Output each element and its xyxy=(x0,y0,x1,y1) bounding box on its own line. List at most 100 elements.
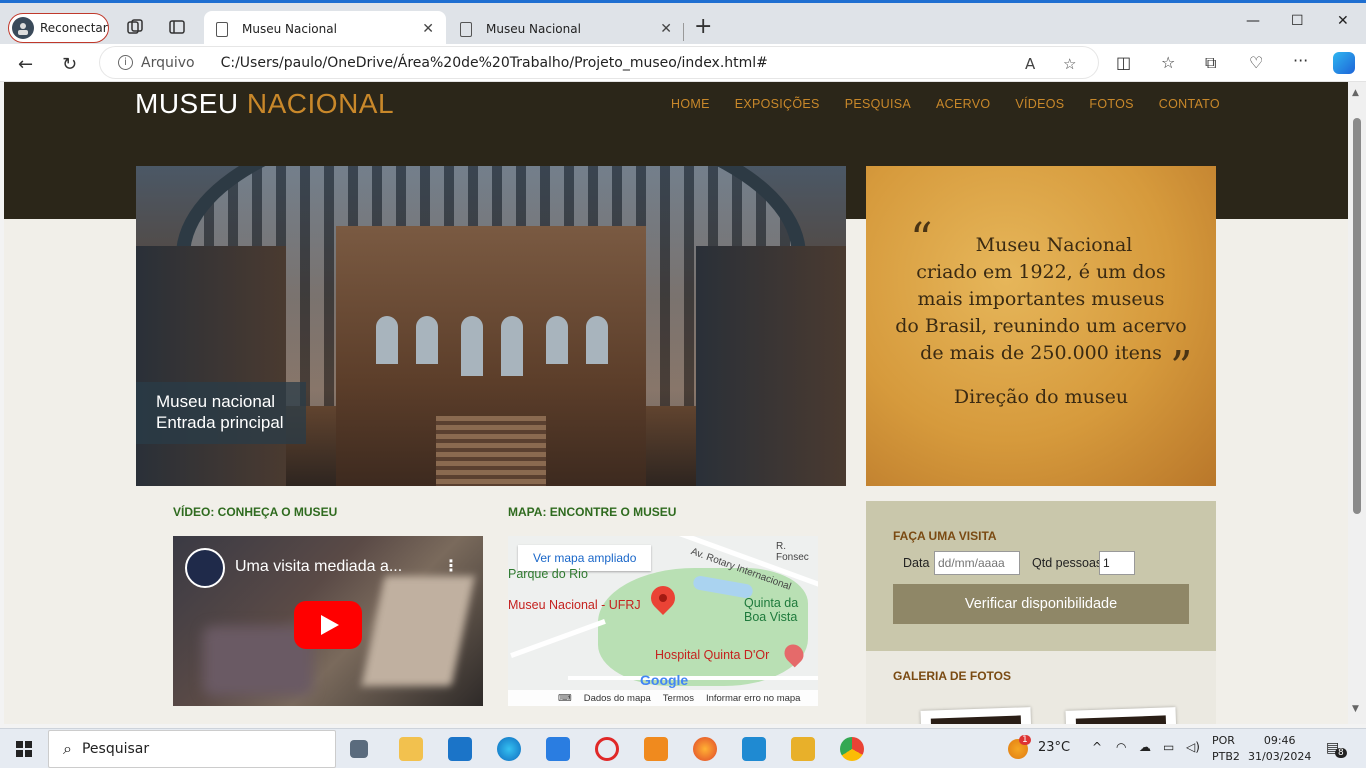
menu-item-contato[interactable]: CONTATO xyxy=(1159,97,1220,111)
page-viewport: MUSEU NACIONAL HOME EXPOSIÇÕES PESQUISA … xyxy=(4,82,1348,724)
volume-icon[interactable]: ◁) xyxy=(1186,740,1200,754)
url-text[interactable]: C:/Users/paulo/OneDrive/Área%20de%20Trab… xyxy=(221,55,768,71)
firefox-icon[interactable] xyxy=(693,737,717,761)
map-data-link[interactable]: Dados do mapa xyxy=(584,693,651,704)
hero-window xyxy=(501,316,523,376)
info-icon[interactable]: i xyxy=(118,55,133,70)
document-icon xyxy=(216,21,228,37)
start-icon[interactable] xyxy=(16,741,32,757)
mail-icon[interactable] xyxy=(448,737,472,761)
video-more-icon[interactable]: ⋮ xyxy=(443,556,459,575)
page-scrollbar[interactable]: ▲ ▼ xyxy=(1348,82,1366,724)
logo-part-2: NACIONAL xyxy=(246,88,395,119)
more-menu-icon[interactable]: ··· xyxy=(1293,51,1308,70)
menu-item-acervo[interactable]: ACERVO xyxy=(936,97,990,111)
weather-temp[interactable]: 23°C xyxy=(1038,740,1070,755)
new-tab-icon[interactable]: + xyxy=(694,16,712,38)
menu-item-fotos[interactable]: FOTOS xyxy=(1089,97,1133,111)
tab-museu-nacional[interactable]: Museu Nacional ✕ xyxy=(448,11,684,47)
network-icon[interactable]: ◠ xyxy=(1116,740,1126,754)
video-thumb-shape xyxy=(361,576,475,686)
video-embed[interactable]: Uma visita mediada a... ⋮ xyxy=(173,536,483,706)
map-terms-link[interactable]: Termos xyxy=(663,693,694,704)
onedrive-icon[interactable]: ☁ xyxy=(1139,740,1151,754)
workspaces-icon[interactable] xyxy=(126,18,144,36)
favorites-icon[interactable]: ☆ xyxy=(1161,53,1175,72)
vscode-icon[interactable] xyxy=(742,737,766,761)
tab-museu-nacional-active[interactable]: Museu Nacional ✕ xyxy=(204,11,446,47)
scroll-up-icon[interactable]: ▲ xyxy=(1352,88,1359,98)
edge-icon[interactable] xyxy=(497,737,521,761)
file-explorer-icon[interactable] xyxy=(399,737,423,761)
minimize-icon[interactable]: — xyxy=(1246,13,1260,29)
lang-layout: PTB2 xyxy=(1212,750,1240,763)
date-input[interactable] xyxy=(934,551,1020,575)
tray-chevron-icon[interactable]: ^ xyxy=(1092,740,1102,754)
map-report-link[interactable]: Informar erro no mapa xyxy=(706,693,801,704)
hero-window xyxy=(416,316,438,364)
date-label: Data xyxy=(903,556,930,570)
document-icon xyxy=(460,21,472,37)
map-label-street: R. Fonsec xyxy=(776,541,809,563)
collections-icon[interactable]: ⧉ xyxy=(1205,53,1216,73)
map-embed[interactable]: Ver mapa ampliado Parque do Rio Av. Rota… xyxy=(508,536,818,706)
browser-essentials-icon[interactable]: ♡ xyxy=(1249,53,1263,72)
play-button-icon[interactable] xyxy=(294,601,362,649)
refresh-icon[interactable]: ↻ xyxy=(62,54,77,75)
language-indicator[interactable]: POR PTB2 xyxy=(1212,733,1240,765)
back-icon[interactable]: ← xyxy=(18,54,33,75)
gallery-thumbnail[interactable] xyxy=(1065,707,1177,724)
menu-item-pesquisa[interactable]: PESQUISA xyxy=(845,97,911,111)
quote-box: “ Museu Nacional criado em 1922, é um do… xyxy=(866,166,1216,486)
tab-actions-icon[interactable] xyxy=(168,18,186,36)
read-aloud-icon[interactable]: A xyxy=(1025,55,1035,73)
map-section-title: MAPA: ENCONTRE O MUSEU xyxy=(508,505,677,519)
scroll-thumb[interactable] xyxy=(1353,118,1361,514)
windows-taskbar: ⌕ Pesquisar 1 23°C ^ ◠ ☁ ▭ ◁) POR PTB2 0… xyxy=(0,728,1366,768)
channel-avatar[interactable] xyxy=(185,548,225,588)
quote-line: criado em 1922, é um dos xyxy=(916,261,1166,283)
tab-title: Museu Nacional xyxy=(242,22,337,36)
taskbar-search[interactable]: ⌕ Pesquisar xyxy=(48,730,336,768)
verify-availability-button[interactable]: Verificar disponibilidade xyxy=(893,584,1189,624)
hero-caption-line-1: Museu nacional xyxy=(156,392,276,411)
maximize-icon[interactable]: ☐ xyxy=(1291,13,1304,29)
gallery-thumbnail[interactable] xyxy=(920,707,1032,724)
clock[interactable]: 09:46 31/03/2024 xyxy=(1248,733,1311,765)
opera-icon[interactable] xyxy=(595,737,619,761)
quote-line: Museu Nacional xyxy=(975,234,1133,256)
store-icon[interactable] xyxy=(546,737,570,761)
scroll-down-icon[interactable]: ▼ xyxy=(1352,704,1359,714)
chrome-icon[interactable] xyxy=(840,737,864,761)
copilot-icon[interactable] xyxy=(1333,52,1355,74)
hero-staircase xyxy=(436,416,546,486)
video-section-title: VÍDEO: CONHEÇA O MUSEU xyxy=(173,505,338,519)
url-field[interactable]: i Arquivo C:/Users/paulo/OneDrive/Área%2… xyxy=(100,47,1098,78)
favorite-star-icon[interactable]: ☆ xyxy=(1063,55,1076,73)
google-logo: Google xyxy=(640,672,689,688)
menu-item-videos[interactable]: VÍDEOS xyxy=(1015,97,1064,111)
close-tab-icon[interactable]: ✕ xyxy=(422,21,434,37)
task-view-icon[interactable] xyxy=(350,740,368,758)
qty-input[interactable] xyxy=(1099,551,1135,575)
close-window-icon[interactable]: ✕ xyxy=(1337,13,1349,29)
quote-line: mais importantes museus xyxy=(917,288,1165,310)
split-screen-icon[interactable]: ◫ xyxy=(1116,53,1131,72)
site-logo[interactable]: MUSEU NACIONAL xyxy=(135,88,394,120)
sourcetree-icon[interactable] xyxy=(791,737,815,761)
menu-item-exposicoes[interactable]: EXPOSIÇÕES xyxy=(735,97,820,111)
visit-form: FAÇA UMA VISITA Data Qtd pessoas Verific… xyxy=(866,501,1216,651)
profile-button[interactable]: Reconectar xyxy=(8,13,109,43)
xampp-icon[interactable] xyxy=(644,737,668,761)
profile-label: Reconectar xyxy=(40,21,108,35)
video-title[interactable]: Uma visita mediada a... xyxy=(235,558,402,576)
map-label-park: Parque do Rio xyxy=(508,567,588,581)
menu-item-home[interactable]: HOME xyxy=(671,97,710,111)
logo-part-1: MUSEU xyxy=(135,88,239,119)
close-tab-icon[interactable]: ✕ xyxy=(660,21,672,37)
keyboard-icon[interactable]: ⌨ xyxy=(558,693,572,704)
map-label-museum[interactable]: Museu Nacional - UFRJ xyxy=(508,598,641,612)
battery-icon[interactable]: ▭ xyxy=(1163,740,1174,754)
map-label-hospital: Hospital Quinta D'Or xyxy=(655,648,770,662)
tab-separator xyxy=(683,23,684,41)
